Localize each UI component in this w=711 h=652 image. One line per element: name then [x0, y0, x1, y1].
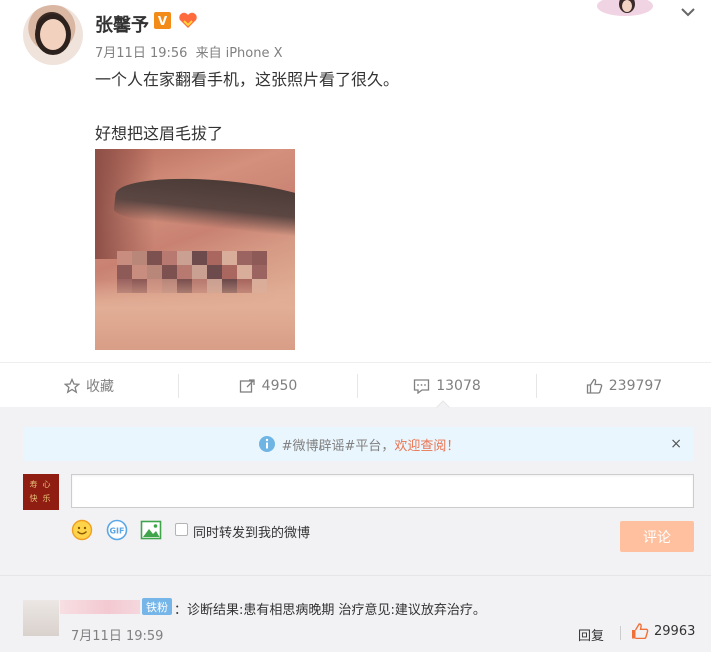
mosaic-cell	[237, 251, 252, 265]
svg-text:GIF: GIF	[109, 527, 124, 536]
mosaic-cell	[132, 265, 147, 279]
rumor-notice-bar: #微博辟谣#平台， 欢迎查阅！ ×	[23, 427, 694, 461]
comment-text: ：诊断结果:患有相思病晚期 治疗意见:建议放弃治疗。	[174, 603, 486, 618]
mosaic-cell	[252, 265, 267, 279]
image-skin	[95, 280, 295, 350]
mosaic-cell	[252, 251, 267, 265]
avatar-char: 心	[42, 480, 51, 489]
mosaic-cell	[222, 251, 237, 265]
emoji-icon[interactable]	[71, 519, 93, 541]
thumbs-up-icon	[586, 378, 603, 394]
post-source-prefix: 来自	[195, 46, 222, 61]
comment-icon	[414, 379, 430, 394]
comment-tab-caret-icon	[436, 400, 450, 408]
post-source[interactable]: iPhone X	[226, 46, 283, 61]
notice-highlight[interactable]: 欢迎查阅！	[394, 435, 459, 454]
commenter-avatar[interactable]	[23, 600, 59, 636]
mosaic-cell	[162, 265, 177, 279]
favorite-label: 收藏	[86, 379, 114, 395]
repost-icon	[239, 379, 255, 393]
post-text-line2: 好想把这眉毛拔了	[95, 124, 224, 143]
comment-action-divider	[620, 626, 621, 640]
image-upload-icon[interactable]	[140, 519, 162, 541]
author-avatar[interactable]	[23, 5, 83, 65]
my-avatar[interactable]: 寿 心 快 乐	[23, 474, 59, 510]
mosaic-cell	[192, 265, 207, 279]
avatar-char: 快	[29, 494, 38, 503]
mosaic-cell	[177, 265, 192, 279]
comment-item: 铁粉 ：诊断结果:患有相思病晚期 治疗意见:建议放弃治疗。 7月11日 19:5…	[0, 575, 711, 652]
weibo-post: 张馨予 V 7月11日 19:56 来自 iPhone X 一个人在家翻看手机，这…	[0, 0, 711, 362]
mosaic-cell	[177, 251, 192, 265]
mosaic-cell	[117, 265, 132, 279]
post-image[interactable]	[95, 149, 295, 350]
chevron-down-icon[interactable]	[679, 3, 697, 21]
header-decoration-icon	[597, 0, 653, 16]
verified-icon[interactable]: V	[154, 12, 171, 29]
commenter-name-blurred[interactable]	[60, 600, 140, 614]
mosaic-cell	[117, 251, 132, 265]
comment-input[interactable]	[71, 474, 694, 508]
submit-comment-button[interactable]: 评论	[620, 521, 694, 552]
vip-heart-icon[interactable]	[178, 12, 198, 29]
repost-checkbox-label[interactable]: 同时转发到我的微博	[193, 522, 310, 541]
repost-button[interactable]: 4950	[179, 363, 357, 409]
post-action-bar: 收藏 4950 13078 239797	[0, 362, 711, 408]
comment-count: 13078	[436, 378, 481, 394]
like-button[interactable]: 239797	[537, 363, 711, 409]
mosaic-cell	[162, 251, 177, 265]
mosaic-cell	[147, 265, 162, 279]
post-meta: 7月11日 19:56 来自 iPhone X	[95, 42, 287, 61]
comment-time: 7月11日 19:59	[71, 629, 164, 644]
notice-link[interactable]: #微博辟谣#平台，	[282, 435, 395, 454]
mosaic-cell	[192, 251, 207, 265]
author-name[interactable]: 张馨予	[95, 11, 149, 37]
thumbs-up-icon	[632, 623, 649, 639]
repost-checkbox[interactable]	[175, 523, 188, 536]
favorite-button[interactable]: 收藏	[0, 363, 178, 409]
mosaic-cell	[207, 251, 222, 265]
comment-like-count: 29963	[654, 623, 696, 639]
mosaic-cell	[207, 265, 222, 279]
mosaic-cell	[147, 251, 162, 265]
avatar-char: 寿	[29, 480, 38, 489]
comment-section: #微博辟谣#平台， 欢迎查阅！ × 寿 心 快 乐 GIF 同时转发到我的微博 评…	[0, 407, 711, 652]
close-icon[interactable]: ×	[670, 436, 682, 452]
post-text-line1: 一个人在家翻看手机，这张照片看了很久。	[95, 70, 400, 89]
gif-icon[interactable]: GIF	[106, 519, 128, 541]
post-timestamp[interactable]: 7月11日 19:56	[95, 46, 187, 61]
mosaic-cell	[237, 265, 252, 279]
reply-button[interactable]: 回复	[578, 625, 604, 644]
repost-count: 4950	[261, 378, 298, 394]
star-icon	[64, 378, 80, 394]
fan-badge[interactable]: 铁粉	[142, 598, 172, 615]
mosaic-cell	[222, 265, 237, 279]
info-icon	[258, 436, 275, 452]
like-count: 239797	[608, 378, 663, 394]
comment-like-button[interactable]: 29963	[631, 623, 695, 639]
mosaic-cell	[132, 251, 147, 265]
avatar-char: 乐	[42, 494, 51, 503]
